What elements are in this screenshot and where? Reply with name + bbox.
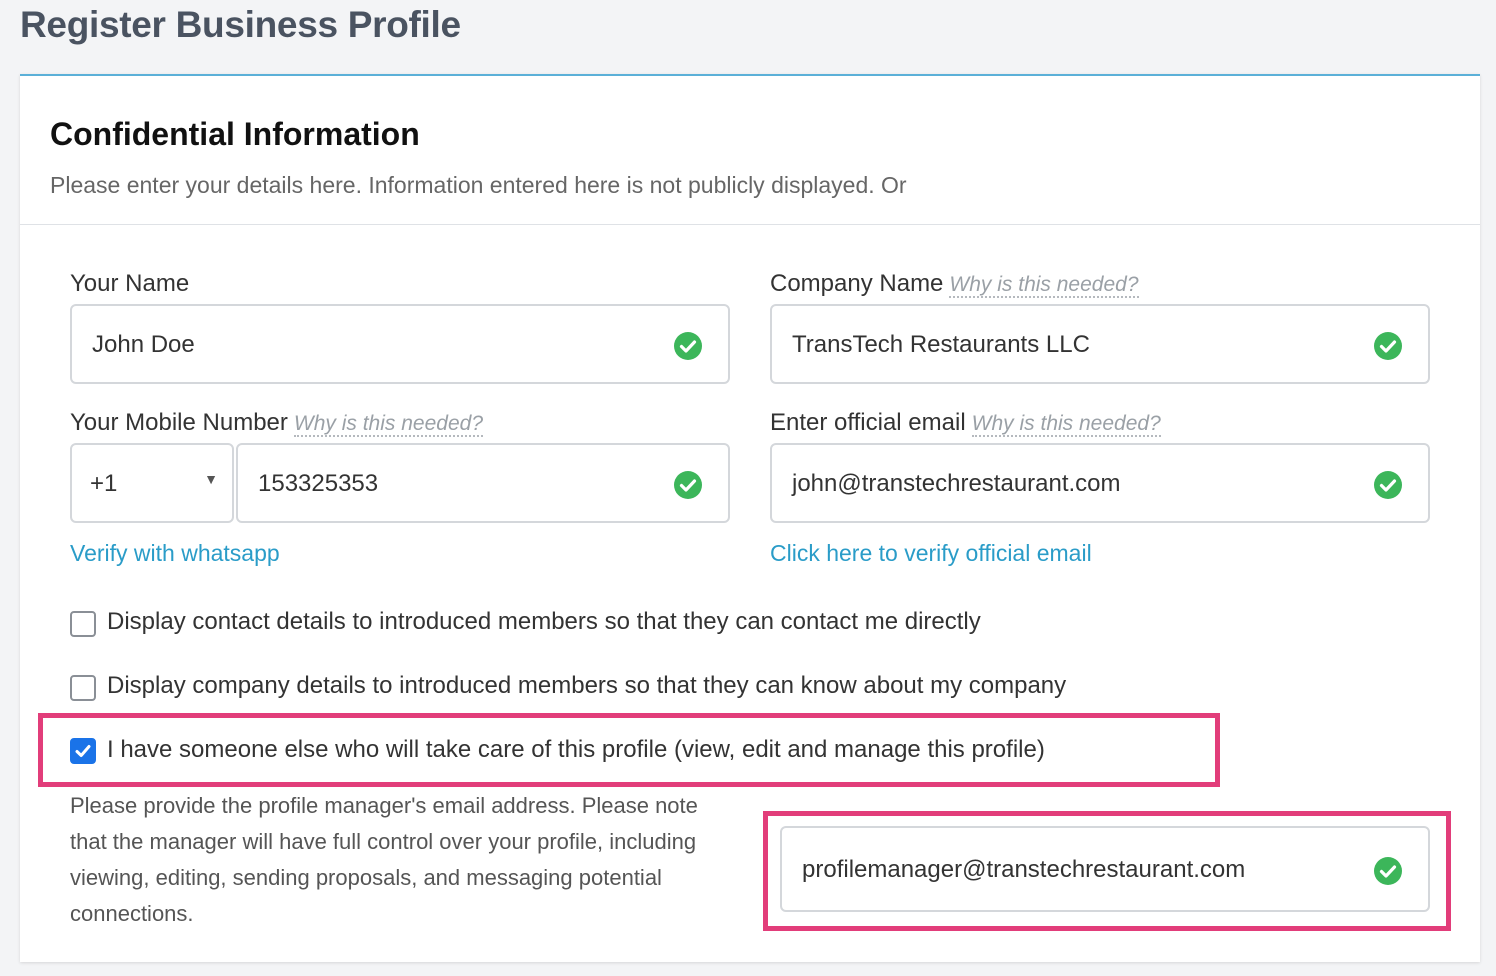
profile-manager-checkbox[interactable] <box>70 738 96 764</box>
manager-email-input[interactable]: profilemanager@transtechrestaurant.com <box>780 826 1430 912</box>
check-circle-icon <box>674 332 702 360</box>
card-header: Confidential Information Please enter yo… <box>20 76 1480 225</box>
mobile-label-text: Your Mobile Number <box>70 409 288 436</box>
your-name-value: John Doe <box>92 331 195 358</box>
official-email-input[interactable]: john@transtechrestaurant.com <box>770 443 1430 523</box>
check-circle-icon <box>1374 332 1402 360</box>
page-title: Register Business Profile <box>20 4 461 45</box>
section-title: Confidential Information <box>50 116 420 152</box>
manager-note: Please provide the profile manager's ema… <box>70 793 698 926</box>
your-name-label-text: Your Name <box>70 270 190 297</box>
your-name-label: Your Name <box>70 270 189 298</box>
checkmark-icon <box>75 745 91 757</box>
display-company-checkbox[interactable] <box>70 675 96 701</box>
manager-email-value: profilemanager@transtechrestaurant.com <box>802 856 1246 883</box>
confidential-info-card: Confidential Information Please enter yo… <box>20 74 1480 962</box>
company-name-label-text: Company Name <box>770 270 944 297</box>
mobile-number-value: 153325353 <box>258 470 379 497</box>
email-why-link[interactable]: Why is this needed? <box>971 412 1161 437</box>
your-name-input[interactable]: John Doe <box>70 304 730 384</box>
company-name-input[interactable]: TransTech Restaurants LLC <box>770 304 1430 384</box>
company-name-label: Company Name Why is this needed? <box>770 270 1139 298</box>
mobile-why-link[interactable]: Why is this needed? <box>293 412 483 437</box>
company-why-link[interactable]: Why is this needed? <box>949 273 1139 298</box>
display-contact-label[interactable]: Display contact details to introduced me… <box>107 608 981 636</box>
official-email-label: Enter official email Why is this needed? <box>770 409 1161 437</box>
display-company-label[interactable]: Display company details to introduced me… <box>107 672 1066 700</box>
country-code-select[interactable]: +1 ▼ <box>70 443 234 523</box>
verify-whatsapp-link[interactable]: Verify with whatsapp <box>70 540 280 567</box>
display-contact-checkbox[interactable] <box>70 611 96 637</box>
company-name-value: TransTech Restaurants LLC <box>792 331 1090 358</box>
verify-email-link[interactable]: Click here to verify official email <box>770 540 1092 567</box>
mobile-label: Your Mobile Number Why is this needed? <box>70 409 483 437</box>
country-code-value: +1 <box>90 470 118 497</box>
section-subtitle: Please enter your details here. Informat… <box>50 172 907 198</box>
mobile-number-input[interactable]: 153325353 <box>236 443 730 523</box>
chevron-down-icon: ▼ <box>204 471 218 487</box>
check-circle-icon <box>674 471 702 499</box>
check-circle-icon <box>1374 471 1402 499</box>
official-email-label-text: Enter official email <box>770 409 966 436</box>
official-email-value: john@transtechrestaurant.com <box>792 470 1121 497</box>
check-circle-icon <box>1374 857 1402 885</box>
profile-manager-label[interactable]: I have someone else who will take care o… <box>107 736 1045 764</box>
